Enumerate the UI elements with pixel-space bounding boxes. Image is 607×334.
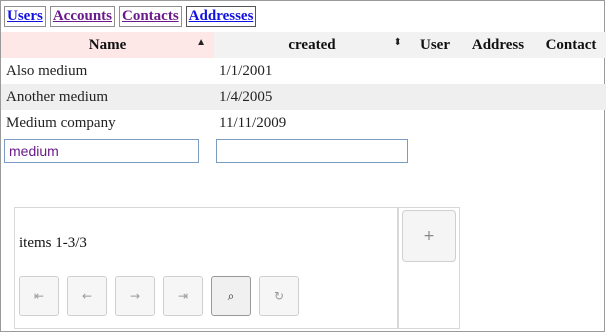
arrow-right-icon: → (129, 289, 141, 303)
tab-users[interactable]: Users (4, 6, 46, 27)
column-header-address[interactable]: Address (460, 32, 536, 58)
cell-created: 1/1/2001 (219, 62, 273, 79)
column-header-contact[interactable]: Contact (536, 32, 606, 58)
column-header-label: Name (88, 36, 127, 53)
created-filter-input[interactable] (216, 139, 408, 163)
refresh-icon: ↻ (273, 289, 285, 303)
cell-contact (536, 84, 606, 110)
tab-addresses[interactable]: Addresses (185, 6, 257, 27)
filter-cell-name (1, 136, 214, 166)
table-row[interactable]: Also medium 1/1/2001 (1, 58, 606, 84)
next-page-button[interactable]: → (115, 276, 155, 316)
column-header-label: created (288, 36, 336, 53)
first-page-icon: ⇤ (33, 289, 45, 303)
last-page-button[interactable]: ⇥ (163, 276, 203, 316)
name-filter-input[interactable] (4, 139, 199, 163)
sort-ascending-icon[interactable]: ▲ (196, 37, 206, 48)
cell-contact (536, 58, 606, 84)
plus-icon: + (423, 228, 435, 244)
add-row-button[interactable]: + (402, 210, 456, 262)
cell-address (460, 84, 536, 110)
cell-address (460, 58, 536, 84)
header-row: Name ▲ created ⬍ User Address Contact (1, 32, 606, 58)
add-panel: + (398, 207, 460, 329)
data-table: Name ▲ created ⬍ User Address Contact Al… (1, 32, 606, 166)
cell-user (410, 84, 460, 110)
filter-cell-user (410, 136, 460, 166)
filter-row (1, 136, 606, 166)
tab-bar: Users Accounts Contacts Addresses (4, 6, 257, 27)
last-page-icon: ⇥ (177, 289, 189, 303)
pager-button-group: ⇤ ← → ⇥ ⌕ ↻ (19, 276, 299, 316)
refresh-button[interactable]: ↻ (259, 276, 299, 316)
tab-accounts[interactable]: Accounts (49, 6, 115, 27)
column-header-created[interactable]: created ⬍ (214, 32, 410, 58)
filter-cell-created (214, 136, 410, 166)
cell-address (460, 110, 536, 136)
cell-created: 1/4/2005 (214, 84, 410, 110)
cell-user (410, 58, 460, 84)
previous-page-button[interactable]: ← (67, 276, 107, 316)
column-header-user[interactable]: User (410, 32, 460, 58)
pager-panel: items 1-3/3 ⇤ ← → ⇥ ⌕ ↻ (14, 207, 398, 329)
first-page-button[interactable]: ⇤ (19, 276, 59, 316)
table-row[interactable]: Medium company 11/11/2009 (1, 110, 606, 136)
cell-name: Another medium (1, 84, 214, 110)
sort-unsorted-icon[interactable]: ⬍ (394, 37, 402, 48)
tab-contacts[interactable]: Contacts (119, 6, 182, 27)
filter-cell-address (460, 136, 536, 166)
table-row[interactable]: Another medium 1/4/2005 (1, 84, 606, 110)
search-button[interactable]: ⌕ (211, 276, 251, 316)
cell-created: 11/11/2009 (219, 114, 287, 131)
cell-name: Also medium (6, 62, 88, 79)
pager-item-count: items 1-3/3 (19, 235, 87, 251)
cell-user (410, 110, 460, 136)
cell-contact (536, 110, 606, 136)
filter-cell-contact (536, 136, 606, 166)
search-icon: ⌕ (227, 288, 235, 303)
column-header-name[interactable]: Name ▲ (1, 32, 214, 58)
grid-frame: Users Accounts Contacts Addresses Name ▲… (0, 0, 606, 332)
arrow-left-icon: ← (81, 289, 93, 303)
cell-name: Medium company (6, 114, 116, 131)
